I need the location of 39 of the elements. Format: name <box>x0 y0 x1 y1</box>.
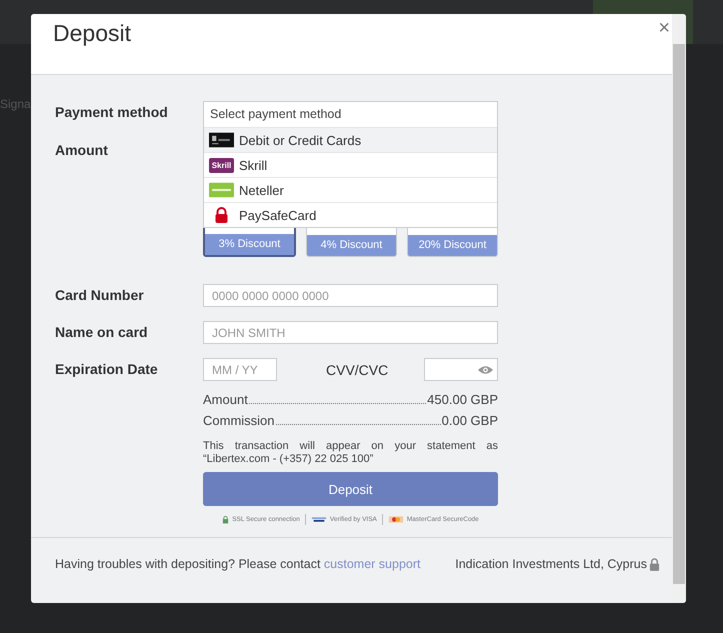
expiry-field[interactable]: MM / YY <box>203 358 277 381</box>
payment-option[interactable]: Skrill Skrill <box>204 152 497 177</box>
name-field[interactable]: JOHN SMITH <box>203 321 498 344</box>
summary-value: 450.00 GBP <box>427 392 498 407</box>
summary-label: Commission <box>203 413 275 428</box>
discount-label: 3% Discount <box>205 234 294 255</box>
field-label: Payment method <box>55 103 169 120</box>
eye-icon[interactable] <box>478 364 493 374</box>
field-label: Expiration Date <box>55 360 159 377</box>
card-number-field[interactable]: 0000 0000 0000 0000 <box>203 284 498 307</box>
card-logo-icon <box>209 132 234 148</box>
field-label: Card Number <box>55 286 145 303</box>
help-text: Having troubles with depositing? Please contact customer support <box>55 557 420 571</box>
padlock-icon <box>222 515 230 524</box>
field-label: Amount <box>55 141 109 158</box>
dropdown-placeholder: Select payment method <box>209 106 342 123</box>
summary-label: Amount <box>203 392 248 407</box>
company-text: Indication Investments Ltd, Cyprus <box>455 557 647 571</box>
discount-label: 4% Discount <box>307 235 396 256</box>
mastercard-badge-icon <box>388 515 404 524</box>
deposit-button[interactable]: Deposit <box>203 472 498 506</box>
skrill-logo: Skrill <box>209 158 234 172</box>
visa-badge-icon <box>310 515 327 524</box>
payment-option[interactable]: PaySafeCard <box>204 202 497 227</box>
close-button[interactable]: × <box>656 18 672 38</box>
neteller-logo-icon <box>209 182 234 198</box>
discount-label: 20% Discount <box>408 235 497 256</box>
field-label: CVV/CVC <box>326 362 390 378</box>
statement-note: This transaction will appear on your statement as “Libertex.com - (+357) 22 025 100” <box>203 440 498 466</box>
dialog-title: Deposit <box>53 20 131 47</box>
field-label: Name on card <box>55 323 149 340</box>
padlock-icon <box>649 558 660 570</box>
payment-option[interactable]: Neteller <box>204 177 497 202</box>
cvv-field[interactable] <box>424 358 498 381</box>
payment-method-dropdown[interactable]: Select payment method Debit or Credit Cards Skrill Skrill Neteller PaySafeCard <box>203 101 498 228</box>
payment-option[interactable]: Debit or Credit Cards <box>204 127 497 152</box>
support-link[interactable]: customer support <box>324 557 420 571</box>
scrollbar[interactable] <box>672 14 686 603</box>
summary-value: 0.00 GBP <box>442 413 498 428</box>
